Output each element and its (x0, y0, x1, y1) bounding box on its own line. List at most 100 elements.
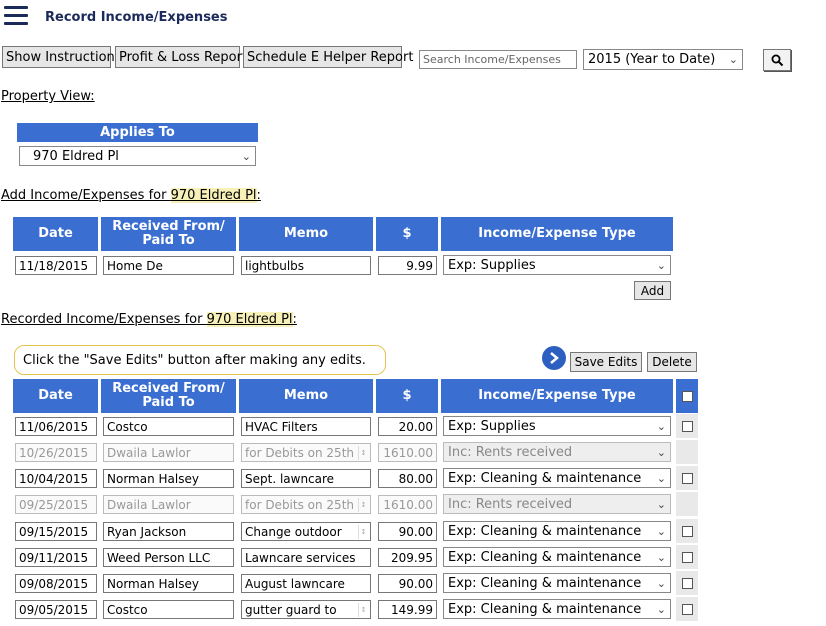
row-from-input[interactable]: Dwaila Lawlor (103, 443, 234, 462)
row-select-checkbox[interactable] (681, 525, 693, 537)
row-type-select[interactable]: Exp: Cleaning & maintenance ⌄ (443, 573, 671, 593)
add-label-prefix: Add Income/Expenses for (1, 188, 171, 203)
row-select-checkbox[interactable] (681, 603, 693, 615)
header-from-line1: Received From/ (112, 219, 225, 234)
row-date-input[interactable]: 09/25/2015 (15, 495, 97, 514)
row-memo-input[interactable]: Change outdoor ↕ (241, 522, 371, 541)
row-from-input[interactable]: Costco (103, 600, 234, 619)
row-from-input[interactable]: Ryan Jackson (103, 522, 234, 541)
save-edits-button[interactable]: Save Edits (570, 352, 642, 372)
row-date-input[interactable]: 10/04/2015 (15, 469, 97, 488)
row-memo-text: Sept. lawncare (245, 471, 335, 486)
recorded-label-suffix: : (292, 312, 297, 327)
recorded-header-memo: Memo (239, 379, 373, 413)
row-from-input[interactable]: Norman Halsey (103, 469, 234, 488)
row-amount-input[interactable]: 1610.00 (378, 443, 437, 462)
recorded-header-type: Income/Expense Type (441, 379, 673, 413)
row-type-select[interactable]: Exp: Cleaning & maintenance ⌄ (443, 547, 671, 567)
row-date-input[interactable]: 09/11/2015 (15, 548, 97, 567)
delete-button[interactable]: Delete (647, 352, 697, 372)
row-memo-text: Change outdoor (245, 524, 342, 539)
page-title: Record Income/Expenses (45, 10, 228, 25)
row-select-cell (676, 519, 698, 543)
applies-to-select[interactable]: 970 Eldred Pl ⌄ (19, 146, 256, 166)
add-header-type: Income/Expense Type (441, 217, 673, 251)
chevron-down-icon: ⌄ (656, 550, 666, 564)
row-select-checkbox[interactable] (681, 551, 693, 563)
show-instructions-button[interactable]: Show Instructions (2, 46, 122, 68)
scroll-icon: ↕ (358, 498, 368, 512)
row-date-input[interactable]: 10/26/2015 (15, 443, 97, 462)
add-type-value: Exp: Supplies (448, 257, 536, 273)
row-memo-input[interactable]: August lawncare (241, 574, 371, 593)
row-type-value: Exp: Cleaning & maintenance (448, 549, 642, 565)
search-button[interactable] (763, 49, 791, 71)
row-type-select[interactable]: Inc: Rents received ⌄ (443, 494, 671, 514)
row-type-value: Exp: Cleaning & maintenance (448, 575, 642, 591)
row-select-checkbox[interactable] (681, 472, 693, 484)
row-type-value: Exp: Cleaning & maintenance (448, 601, 642, 617)
row-select-checkbox[interactable] (681, 420, 693, 432)
row-memo-input[interactable]: Sept. lawncare (241, 469, 371, 488)
row-from-input[interactable]: Dwaila Lawlor (103, 495, 234, 514)
schedule-e-report-button[interactable]: Schedule E Helper Report (243, 46, 413, 68)
header-from-line1: Received From/ (112, 381, 225, 396)
row-amount-input[interactable]: 80.00 (378, 469, 437, 488)
chevron-down-icon: ⌄ (241, 149, 251, 163)
recorded-label-property: 970 Eldred Pl (206, 312, 293, 327)
applies-to-header: Applies To (17, 123, 258, 142)
select-all-checkbox[interactable] (681, 390, 693, 402)
row-select-checkbox[interactable] (681, 577, 693, 589)
scroll-icon: ↕ (358, 525, 368, 539)
add-from-input[interactable]: Home De (103, 256, 234, 275)
applies-to-value: 970 Eldred Pl (33, 148, 119, 164)
row-memo-input[interactable]: Lawncare services (241, 548, 371, 567)
row-type-value: Exp: Cleaning & maintenance (448, 523, 642, 539)
row-amount-input[interactable]: 149.99 (378, 600, 437, 619)
row-date-input[interactable]: 09/08/2015 (15, 574, 97, 593)
row-from-input[interactable]: Weed Person LLC (103, 548, 234, 567)
recorded-header-date: Date (13, 379, 98, 413)
add-memo-input[interactable]: lightbulbs (241, 256, 371, 275)
row-date-input[interactable]: 09/15/2015 (15, 522, 97, 541)
chevron-right-icon[interactable] (542, 346, 566, 370)
row-type-value: Inc: Rents received (448, 444, 573, 460)
chevron-down-icon: ⌄ (656, 576, 666, 590)
row-memo-text: for Debits on 25th (245, 497, 355, 512)
period-select[interactable]: 2015 (Year to Date) ⌄ (583, 49, 743, 70)
row-amount-input[interactable]: 90.00 (378, 522, 437, 541)
row-date-input[interactable]: 11/06/2015 (15, 417, 97, 436)
row-amount-input[interactable]: 20.00 (378, 417, 437, 436)
row-memo-input[interactable]: for Debits on 25th ↕ (241, 443, 371, 462)
row-type-select[interactable]: Inc: Rents received ⌄ (443, 442, 671, 462)
row-type-select[interactable]: Exp: Cleaning & maintenance ⌄ (443, 599, 671, 619)
scroll-icon: ↕ (358, 446, 368, 460)
add-label-property: 970 Eldred Pl (170, 188, 257, 203)
row-type-select[interactable]: Exp: Supplies ⌄ (443, 416, 671, 436)
row-memo-input[interactable]: for Debits on 25th ↕ (241, 495, 371, 514)
row-select-cell (676, 571, 698, 595)
row-amount-input[interactable]: 209.95 (378, 548, 437, 567)
profit-loss-report-button[interactable]: Profit & Loss Report (115, 46, 247, 68)
menu-icon[interactable] (4, 6, 28, 28)
row-from-input[interactable]: Costco (103, 417, 234, 436)
period-value: 2015 (Year to Date) (588, 52, 716, 67)
row-from-input[interactable]: Norman Halsey (103, 574, 234, 593)
row-memo-input[interactable]: gutter guard to ↕ (241, 600, 371, 619)
add-type-select[interactable]: Exp: Supplies ⌄ (443, 255, 671, 275)
row-memo-input[interactable]: HVAC Filters (241, 417, 371, 436)
row-select-cell (676, 466, 698, 490)
row-type-value: Exp: Supplies (448, 418, 536, 434)
row-amount-input[interactable]: 1610.00 (378, 495, 437, 514)
row-type-select[interactable]: Exp: Cleaning & maintenance ⌄ (443, 521, 671, 541)
row-date-input[interactable]: 09/05/2015 (15, 600, 97, 619)
add-date-input[interactable]: 11/18/2015 (15, 256, 97, 275)
chevron-down-icon: ⌄ (656, 497, 666, 511)
add-button[interactable]: Add (634, 281, 671, 300)
row-select-cell (676, 492, 698, 516)
row-type-select[interactable]: Exp: Cleaning & maintenance ⌄ (443, 468, 671, 488)
row-select-cell (676, 545, 698, 569)
add-amount-input[interactable]: 9.99 (378, 256, 437, 275)
search-input[interactable]: Search Income/Expenses (419, 50, 577, 69)
row-amount-input[interactable]: 90.00 (378, 574, 437, 593)
